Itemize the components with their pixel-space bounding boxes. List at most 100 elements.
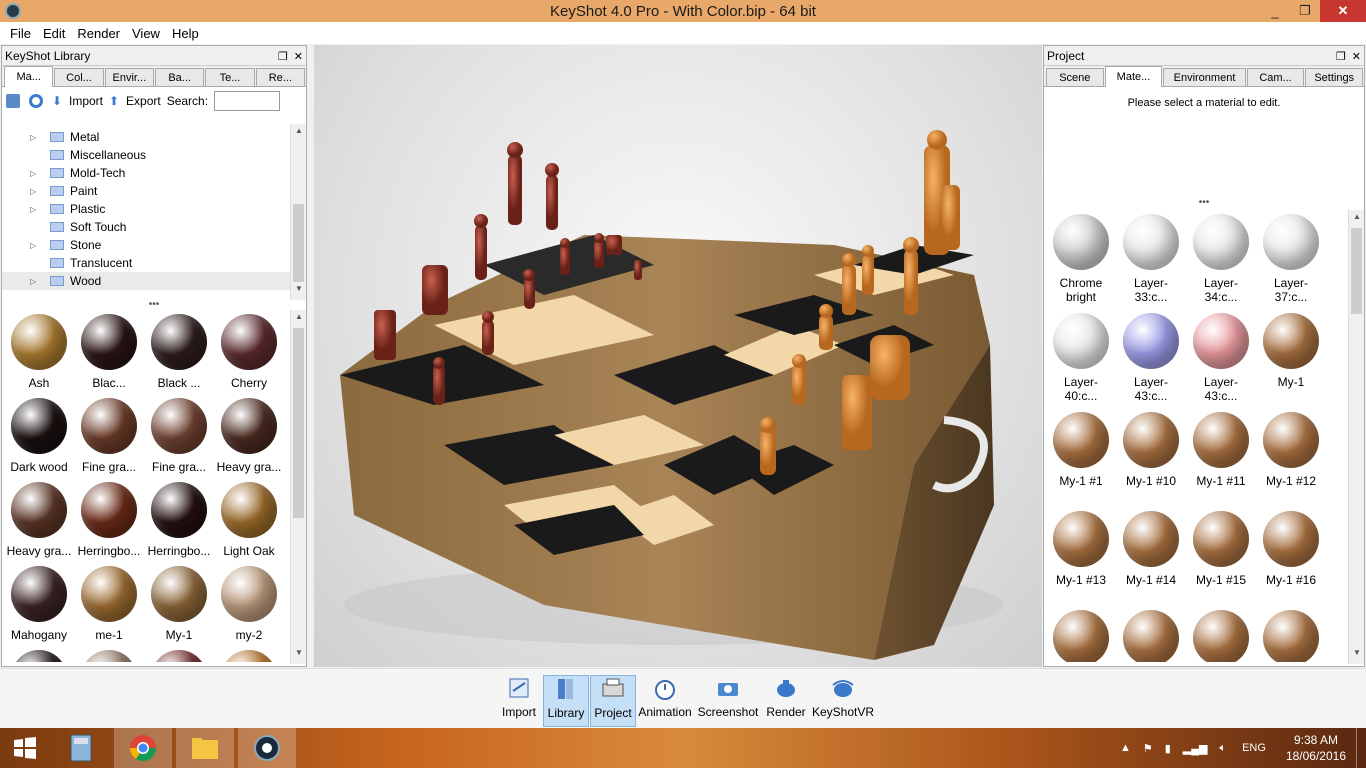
material-swatch[interactable]: My-1 (144, 566, 214, 650)
material-swatch[interactable]: Layer-43:c... (1186, 313, 1256, 412)
menu-file[interactable]: File (4, 26, 37, 41)
material-swatch[interactable]: My-1 #15 (1186, 511, 1256, 610)
material-swatch[interactable]: My-1 #16 (1256, 511, 1326, 610)
clock[interactable]: 9:38 AM 18/06/2016 (1286, 732, 1346, 764)
tree-item[interactable]: ▷ Metal (2, 128, 290, 146)
menu-edit[interactable]: Edit (37, 26, 71, 41)
tab-settings[interactable]: Settings (1305, 68, 1364, 86)
material-swatch[interactable]: Herringbo... (144, 482, 214, 566)
minimize-button[interactable]: _ (1260, 0, 1290, 22)
maximize-button[interactable]: ❐ (1290, 0, 1320, 22)
material-swatch[interactable] (1186, 610, 1256, 662)
project-toolbar-button[interactable]: Project (590, 675, 636, 727)
material-swatch[interactable]: Layer-40:c... (1046, 313, 1116, 412)
tab-colors[interactable]: Col... (54, 68, 104, 86)
material-swatch[interactable]: Heavy gra... (4, 482, 74, 566)
tree-scrollbar[interactable]: ▲ ▼ (290, 124, 306, 300)
material-swatch[interactable] (4, 650, 74, 662)
material-swatch[interactable] (1116, 610, 1186, 662)
material-swatch[interactable]: Layer-33:c... (1116, 214, 1186, 313)
material-swatch[interactable] (1046, 610, 1116, 662)
tree-item[interactable]: ▷ Stone (2, 236, 290, 254)
material-swatch[interactable]: Blac... (74, 314, 144, 398)
start-button[interactable] (0, 728, 50, 768)
expand-arrow-icon[interactable]: ▷ (30, 241, 42, 250)
tree-item[interactable]: Soft Touch (2, 218, 290, 236)
material-swatch[interactable]: Fine gra... (74, 398, 144, 482)
tab-materials[interactable]: Mate... (1104, 66, 1163, 87)
tab-environments[interactable]: Envir... (104, 68, 154, 86)
chrome-taskbar-button[interactable] (114, 728, 172, 768)
library-toolbar-button[interactable]: Library (543, 675, 589, 727)
tree-item[interactable]: Miscellaneous (2, 146, 290, 164)
close-panel-icon[interactable]: ✕ (294, 51, 303, 63)
material-swatch[interactable]: My-1 #13 (1046, 511, 1116, 610)
tab-scene[interactable]: Scene (1046, 68, 1104, 86)
tab-materials[interactable]: Ma... (4, 66, 54, 87)
expand-arrow-icon[interactable]: ▷ (30, 205, 42, 214)
material-swatch[interactable]: Herringbo... (74, 482, 144, 566)
material-swatch[interactable]: me-1 (74, 566, 144, 650)
render-viewport[interactable] (314, 45, 1042, 667)
expand-arrow-icon[interactable]: ▷ (30, 187, 42, 196)
splitter-handle[interactable]: ••• (1192, 198, 1216, 208)
tree-item[interactable]: ▷ Mold-Tech (2, 164, 290, 182)
calculator-taskbar-button[interactable] (52, 728, 110, 768)
show-hidden-icons-icon[interactable]: ▲ (1120, 742, 1131, 754)
export-button[interactable]: ⬆ Export (109, 94, 161, 109)
material-swatch[interactable]: Chrome bright (1046, 214, 1116, 313)
animation-toolbar-button[interactable]: Animation (638, 675, 692, 727)
render-toolbar-button[interactable]: Render (764, 675, 808, 727)
material-swatch[interactable]: My-1 (1256, 313, 1326, 412)
material-swatch[interactable]: Heavy gra... (214, 398, 284, 482)
material-swatch[interactable]: My-1 #1 (1046, 412, 1116, 511)
expand-arrow-icon[interactable]: ▷ (30, 133, 42, 142)
material-swatch[interactable]: Dark wood (4, 398, 74, 482)
close-button[interactable]: ✕ (1320, 0, 1366, 22)
material-swatch[interactable]: Light Oak (214, 482, 284, 566)
show-desktop-button[interactable] (1356, 728, 1366, 768)
float-panel-icon[interactable]: ❐ (278, 51, 288, 63)
float-panel-icon[interactable]: ❐ (1336, 51, 1346, 63)
language-indicator[interactable]: ENG (1242, 742, 1266, 754)
material-swatch[interactable]: My-1 #12 (1256, 412, 1326, 511)
tree-item[interactable]: ▷ Plastic (2, 200, 290, 218)
scroll-down-icon[interactable]: ▼ (1349, 648, 1365, 662)
material-swatch[interactable]: Layer-43:c... (1116, 313, 1186, 412)
material-swatch[interactable]: Cherry (214, 314, 284, 398)
menu-help[interactable]: Help (166, 26, 205, 41)
add-folder-icon[interactable] (6, 94, 20, 108)
expand-arrow-icon[interactable]: ▷ (30, 169, 42, 178)
material-swatch[interactable]: Layer-34:c... (1186, 214, 1256, 313)
import-button[interactable]: ⬇ Import (52, 94, 103, 109)
scroll-up-icon[interactable]: ▲ (291, 312, 307, 326)
refresh-icon[interactable] (29, 94, 43, 108)
keyshot-taskbar-button[interactable] (238, 728, 296, 768)
material-swatch[interactable]: My-1 #14 (1116, 511, 1186, 610)
material-swatch[interactable] (144, 650, 214, 662)
search-input[interactable] (214, 91, 281, 111)
close-panel-icon[interactable]: ✕ (1352, 51, 1361, 63)
project-scrollbar[interactable]: ▲ ▼ (1348, 210, 1364, 664)
keyshot-app-icon[interactable] (5, 3, 21, 19)
material-swatch[interactable]: Black ... (144, 314, 214, 398)
keyshotvr-toolbar-button[interactable]: KeyShotVR (812, 675, 874, 727)
material-swatch[interactable]: My-1 #10 (1116, 412, 1186, 511)
import-toolbar-button[interactable]: Import (498, 675, 540, 727)
swatches-scrollbar[interactable]: ▲ ▼ (290, 310, 306, 664)
volume-icon[interactable]: 🔈︎ (1219, 742, 1226, 755)
network-icon[interactable]: ▂▄▆ (1183, 742, 1208, 755)
material-swatch[interactable]: Ash (4, 314, 74, 398)
scroll-up-icon[interactable]: ▲ (291, 126, 307, 140)
expand-arrow-icon[interactable]: ▷ (30, 277, 42, 286)
material-swatch[interactable] (74, 650, 144, 662)
tab-renderings[interactable]: Re... (255, 68, 305, 86)
material-swatch[interactable] (1256, 610, 1326, 662)
menu-render[interactable]: Render (71, 26, 126, 41)
tab-camera[interactable]: Cam... (1246, 68, 1305, 86)
scroll-up-icon[interactable]: ▲ (1349, 212, 1365, 226)
file-explorer-taskbar-button[interactable] (176, 728, 234, 768)
battery-icon[interactable]: ▮ (1165, 742, 1171, 755)
menu-view[interactable]: View (126, 26, 166, 41)
material-swatch[interactable]: Layer-37:c... (1256, 214, 1326, 313)
